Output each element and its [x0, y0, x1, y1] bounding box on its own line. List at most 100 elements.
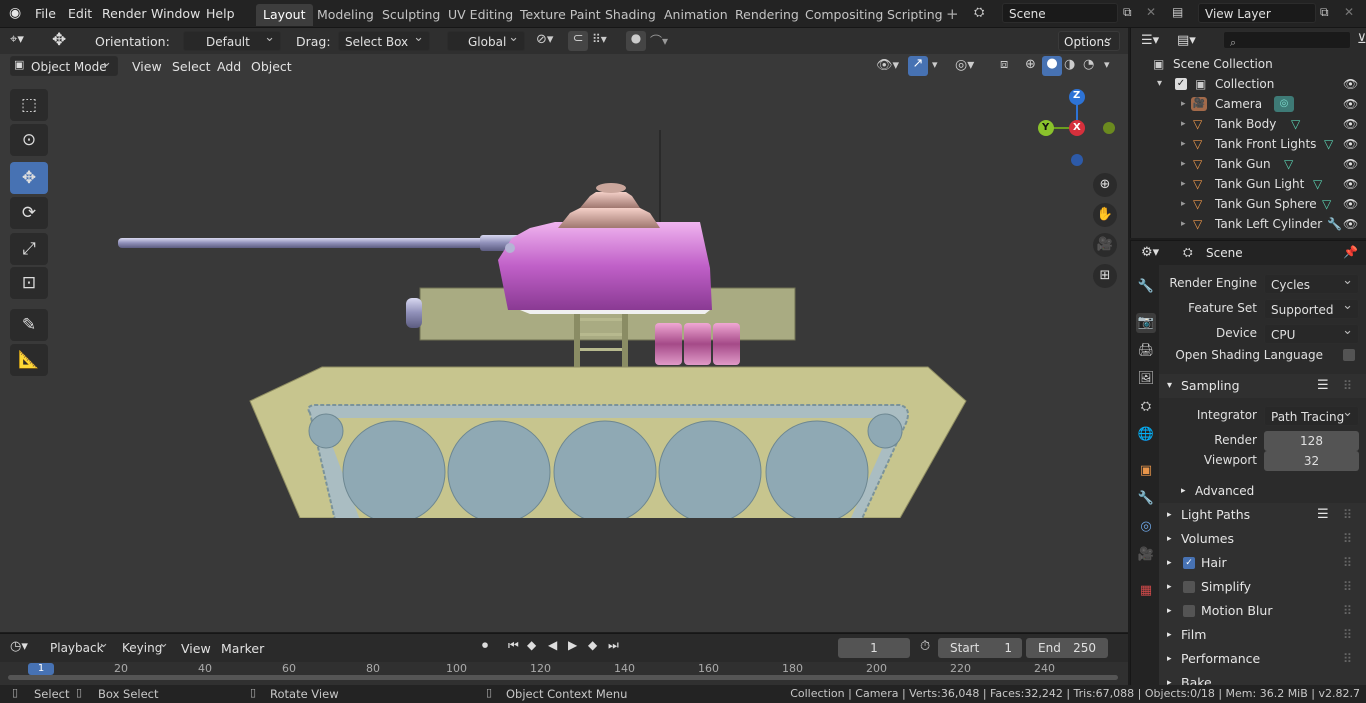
camera-data-icon[interactable]: ◎ [1274, 96, 1294, 112]
osl-checkbox[interactable] [1343, 349, 1355, 361]
presets-list-icon[interactable]: ☰ [1317, 503, 1329, 527]
film-panel-header[interactable]: ▸ Film ⠿ [1159, 623, 1366, 647]
mesh-data-icon[interactable]: ▽ [1322, 194, 1331, 214]
cursor-tool-icon[interactable]: ⊙ [10, 124, 48, 156]
object-data-tab-icon[interactable]: 🎥 [1136, 545, 1156, 565]
pin-icon[interactable]: 📌 [1343, 245, 1358, 259]
overlays-icon[interactable]: ◎▾ [955, 57, 974, 73]
zoom-icon[interactable]: ⊕ [1093, 173, 1117, 197]
transform-tool-icon[interactable]: ⊡ [10, 267, 48, 299]
scene-name-field[interactable]: Scene [1002, 3, 1118, 23]
drag-handle-icon[interactable]: ⠿ [1343, 647, 1352, 671]
filter-icon[interactable]: ⊻ [1357, 32, 1366, 47]
bake-panel-header[interactable]: ▸ Bake [1159, 671, 1366, 686]
render-tab-icon[interactable]: 📷 [1136, 313, 1156, 333]
presets-list-icon[interactable]: ☰ [1317, 374, 1329, 398]
mesh-data-icon[interactable]: ▽ [1313, 174, 1322, 194]
end-frame-field[interactable]: End 250 [1026, 638, 1108, 658]
device-dropdown[interactable]: CPU [1264, 321, 1359, 344]
expand-icon[interactable]: ▸ [1181, 154, 1186, 174]
proportional-edit-icon[interactable]: ● [626, 31, 646, 51]
gizmo-toggle-icon[interactable]: ↗ [908, 56, 928, 76]
sampling-panel-header[interactable]: ▾ Sampling ☰ ⠿ [1159, 374, 1366, 398]
expand-icon[interactable]: ▸ [1181, 214, 1186, 234]
tab-layout[interactable]: Layout [256, 4, 313, 26]
tab-compositing[interactable]: Compositing [798, 4, 890, 26]
new-scene-icon[interactable]: ⧉ [1123, 5, 1132, 20]
eye-icon[interactable]: 👁 [1343, 114, 1358, 134]
properties-editor-icon[interactable]: ⚙▾ [1141, 245, 1159, 260]
tab-modeling[interactable]: Modeling [310, 4, 381, 26]
outliner-collection[interactable]: ▾ ✓ ▣ Collection 👁 [1131, 74, 1366, 94]
material-shading-icon[interactable]: ◑ [1064, 57, 1075, 72]
eye-icon[interactable]: 👁 [1343, 94, 1358, 114]
eye-icon[interactable]: 👁 [1343, 214, 1358, 234]
new-view-layer-icon[interactable]: ⧉ [1320, 5, 1329, 20]
orientation-dropdown[interactable]: Default [183, 28, 281, 51]
light-paths-panel-header[interactable]: ▸ Light Paths ☰ ⠿ [1159, 503, 1366, 527]
mesh-data-icon[interactable]: ▽ [1324, 134, 1333, 154]
drag-handle-icon[interactable]: ⠿ [1343, 599, 1352, 623]
outliner-item-tank-gun-sphere[interactable]: ▸ ▽ Tank Gun Sphere ▽ 👁 [1131, 194, 1366, 214]
ortho-grid-icon[interactable]: ⊞ [1093, 264, 1117, 288]
mode-dropdown[interactable]: Object Mode [10, 53, 118, 76]
blender-logo-icon[interactable]: ◉ [9, 5, 21, 21]
texture-tab-icon[interactable]: ▦ [1136, 581, 1156, 601]
snap-target-icon[interactable]: ⠿▾ [592, 32, 607, 46]
jump-end-icon[interactable]: ⏭ [608, 638, 619, 653]
record-icon[interactable]: ⏺ [482, 638, 488, 653]
timeline-menu-marker[interactable]: Marker [221, 641, 264, 656]
outliner-item-camera[interactable]: ▸ 🎥 Camera ◎ 👁 [1131, 94, 1366, 114]
wireframe-shading-icon[interactable]: ⊕ [1025, 57, 1036, 72]
current-frame-field[interactable]: 1 [838, 638, 910, 658]
viewport-menu-add[interactable]: Add [217, 59, 241, 74]
eye-icon[interactable]: 👁 [1343, 174, 1358, 194]
mesh-data-icon[interactable]: ▽ [1291, 114, 1300, 134]
scene-icon[interactable]: ⛭ [974, 5, 984, 20]
eye-icon[interactable]: 👁 [1343, 134, 1358, 154]
modifier-wrench-icon[interactable]: 🔧 [1327, 214, 1342, 234]
outliner-scene-collection[interactable]: ▣ Scene Collection [1131, 54, 1366, 74]
solid-shading-icon[interactable]: ● [1042, 56, 1062, 76]
collection-checkbox[interactable]: ✓ [1175, 78, 1187, 90]
expand-icon[interactable]: ▸ [1181, 194, 1186, 214]
prev-keyframe-icon[interactable]: ◆ [527, 638, 536, 652]
add-workspace-icon[interactable]: + [946, 5, 959, 23]
drag-handle-icon[interactable]: ⠿ [1343, 551, 1352, 575]
expand-icon[interactable]: ▸ [1181, 94, 1186, 114]
scale-tool-icon[interactable]: ⤢ [10, 233, 48, 265]
editor-type-icon[interactable]: ⌖▾ [10, 32, 24, 47]
world-tab-icon[interactable]: 🌐 [1136, 425, 1156, 445]
tab-sculpting[interactable]: Sculpting [375, 4, 447, 26]
tool-tab-icon[interactable]: 🔧 [1136, 277, 1156, 297]
rendered-shading-icon[interactable]: ◔ [1083, 57, 1094, 72]
render-engine-dropdown[interactable]: Cycles [1264, 271, 1359, 294]
timeline-editor-icon[interactable]: ◷▾ [10, 639, 28, 654]
modifier-tab-icon[interactable]: 🔧 [1136, 489, 1156, 509]
playhead[interactable]: 1 [28, 663, 54, 675]
falloff-icon[interactable]: ⌒▾ [650, 32, 668, 49]
expand-icon[interactable]: ▸ [1181, 114, 1186, 134]
keying-menu[interactable]: Keying [116, 634, 174, 658]
menu-edit[interactable]: Edit [68, 6, 92, 21]
menu-file[interactable]: File [35, 6, 56, 21]
play-icon[interactable]: ▶ [568, 638, 577, 652]
tab-texture-paint[interactable]: Texture Paint [513, 4, 608, 26]
hair-checkbox[interactable]: ✓ [1183, 557, 1195, 569]
outliner-search-input[interactable]: ⌕ [1223, 31, 1351, 49]
feature-set-dropdown[interactable]: Supported [1264, 296, 1359, 319]
camera-view-icon[interactable]: 🎥 [1093, 233, 1117, 257]
tab-shading[interactable]: Shading [598, 4, 663, 26]
stopwatch-icon[interactable]: ⏱ [920, 639, 930, 654]
tank-model[interactable] [100, 118, 980, 518]
frame-ruler[interactable]: 1 20 40 60 80 100 120 140 160 180 200 22… [0, 662, 1128, 686]
outliner-editor-icon[interactable]: ☰▾ [1141, 33, 1159, 48]
drag-handle-icon[interactable]: ⠿ [1343, 374, 1352, 398]
outliner-item-tank-front-lights[interactable]: ▸ ▽ Tank Front Lights ▽ 👁 [1131, 134, 1366, 154]
viewport-samples-field[interactable]: 32 [1264, 451, 1359, 471]
tab-scripting[interactable]: Scripting [880, 4, 950, 26]
expand-icon[interactable]: ▸ [1181, 134, 1186, 154]
expand-icon[interactable]: ▾ [1157, 74, 1162, 94]
object-tab-icon[interactable]: ▣ [1136, 461, 1156, 481]
physics-tab-icon[interactable]: ◎ [1136, 517, 1156, 537]
